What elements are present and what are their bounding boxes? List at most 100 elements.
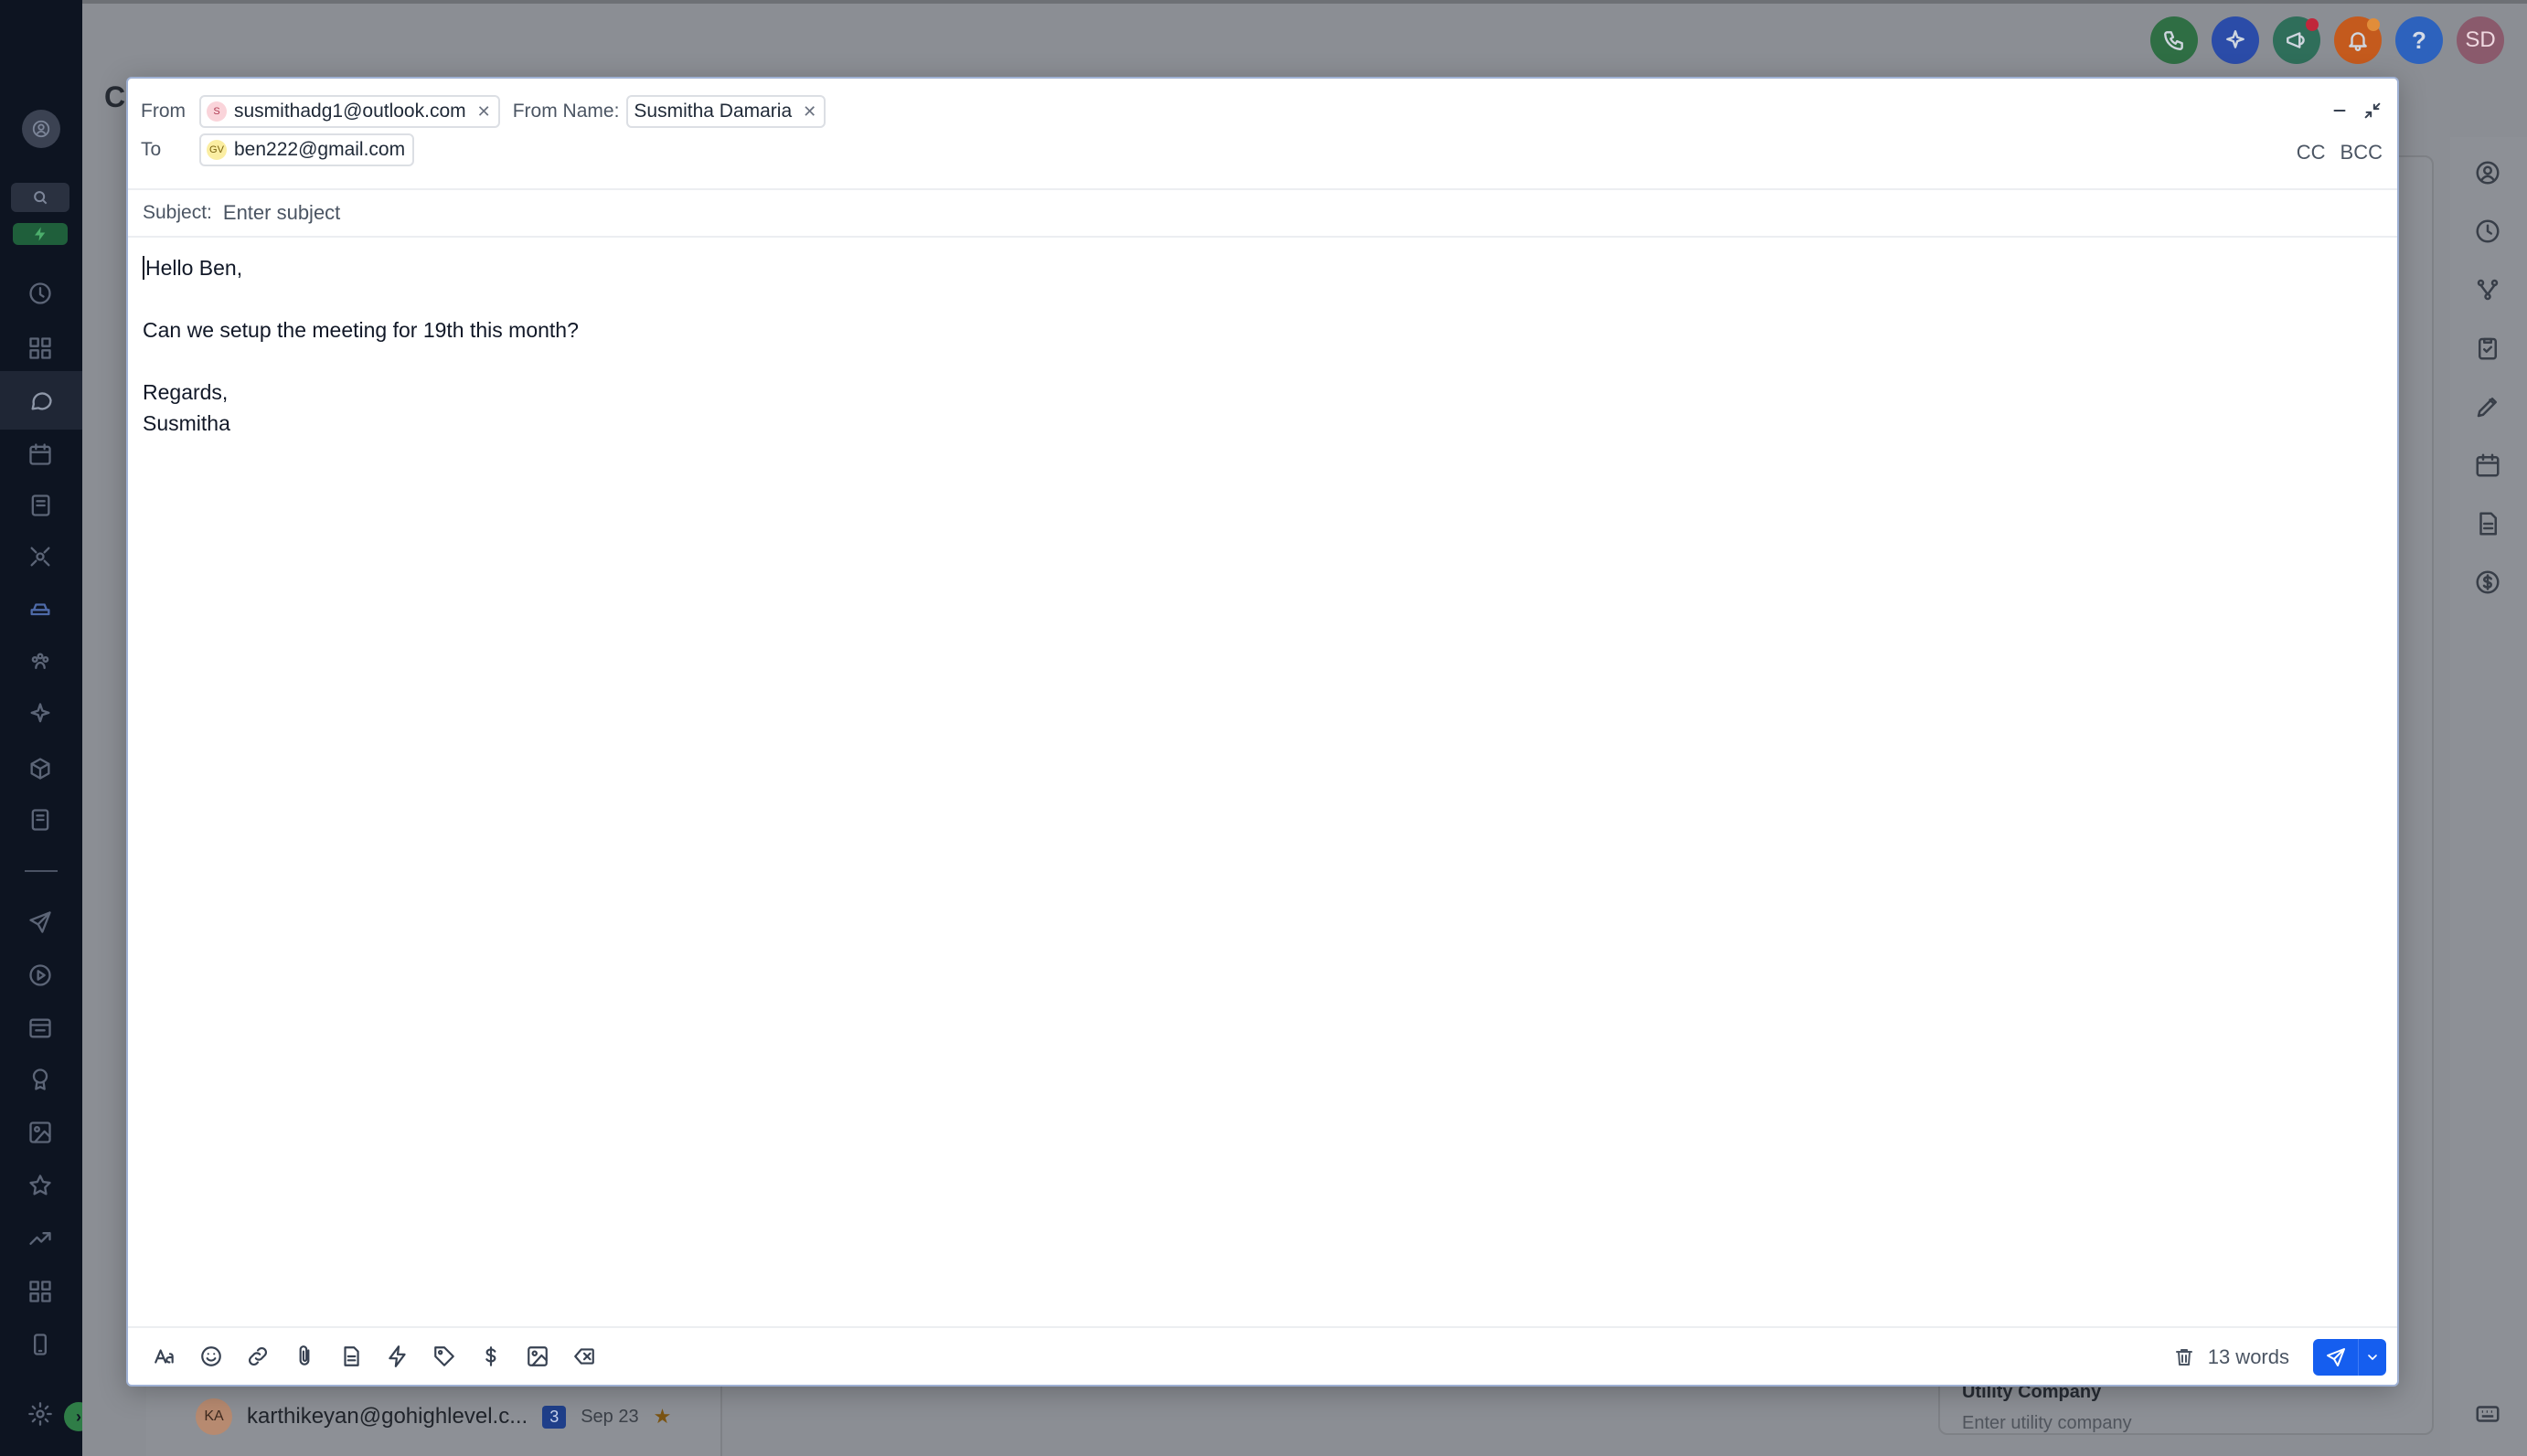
account-switcher-icon[interactable] <box>22 110 60 148</box>
bcc-button[interactable]: BCC <box>2340 141 2383 165</box>
appointments-calendar-icon[interactable] <box>2472 450 2503 481</box>
keyboard-shortcuts-icon[interactable] <box>2472 1398 2503 1429</box>
reputation-icon[interactable] <box>25 1064 56 1095</box>
from-name-chip[interactable]: Susmitha Damaria ✕ <box>626 95 826 128</box>
email-body-text: Regards, <box>143 380 229 404</box>
to-avatar: GV <box>207 140 227 160</box>
remove-from-email-icon[interactable]: ✕ <box>477 102 491 122</box>
user-initials: SD <box>2465 27 2496 52</box>
conversation-list-item[interactable]: KA karthikeyan@gohighlevel.c... 3 Sep 23… <box>196 1398 671 1435</box>
email-body-line <box>143 283 2373 314</box>
payments-icon[interactable] <box>25 592 56 623</box>
to-label: To <box>141 139 162 160</box>
insert-link-icon[interactable] <box>234 1338 281 1375</box>
documents-icon[interactable] <box>2472 508 2503 539</box>
star-icon[interactable] <box>25 1170 56 1201</box>
notifications-bell-button[interactable] <box>2334 16 2382 64</box>
mobile-app-icon[interactable] <box>25 1329 56 1360</box>
notes-pen-icon[interactable] <box>2472 391 2503 422</box>
insert-image-icon[interactable] <box>514 1338 560 1375</box>
history-clock-icon[interactable] <box>2472 216 2503 247</box>
opportunities-icon[interactable] <box>25 541 56 572</box>
contact-email: karthikeyan@gohighlevel.c... <box>247 1404 528 1429</box>
discard-trash-icon[interactable] <box>2166 1339 2202 1376</box>
send-button-group <box>2313 1339 2386 1376</box>
to-email-chip[interactable]: GV ben222@gmail.com <box>199 133 415 166</box>
template-document-icon[interactable] <box>327 1338 374 1375</box>
email-body-editor[interactable]: Hello Ben, Can we setup the meeting for 1… <box>143 252 2373 439</box>
remove-from-name-icon[interactable]: ✕ <box>803 102 816 122</box>
tasks-clipboard-icon[interactable] <box>2472 333 2503 364</box>
star-icon[interactable]: ★ <box>654 1405 672 1429</box>
notifications-unread-dot <box>2367 18 2380 31</box>
subject-row: Subject: <box>128 190 2397 238</box>
memberships-icon[interactable] <box>25 804 56 835</box>
snippets-bolt-icon[interactable] <box>374 1338 421 1375</box>
contacts-book-icon[interactable] <box>25 490 56 521</box>
phone-call-button[interactable] <box>2150 16 2198 64</box>
payment-link-dollar-icon[interactable] <box>467 1338 514 1375</box>
quick-actions-bolt-icon[interactable] <box>13 223 68 245</box>
from-name-label: From Name: <box>512 101 620 122</box>
dashboard-icon[interactable] <box>25 333 56 364</box>
unread-count-badge: 3 <box>542 1405 567 1429</box>
from-label: From <box>141 101 186 122</box>
automation-sparkle-icon[interactable] <box>25 698 56 729</box>
cc-button[interactable]: CC <box>2297 141 2326 165</box>
marketing-paw-icon[interactable] <box>25 647 56 678</box>
collapse-window-icon[interactable] <box>2359 97 2386 124</box>
contact-avatar: KA <box>196 1398 232 1435</box>
text-caret <box>143 256 144 280</box>
image-gallery-icon[interactable] <box>25 1117 56 1148</box>
send-icon[interactable] <box>25 907 56 938</box>
minimize-icon[interactable] <box>2326 97 2353 124</box>
media-play-icon[interactable] <box>25 960 56 991</box>
email-body-text: Susmitha <box>143 411 230 435</box>
left-navigation-rail: › <box>0 0 93 1456</box>
reporting-trend-icon[interactable] <box>25 1223 56 1254</box>
utility-company-field[interactable]: Enter utility company <box>1962 1413 2132 1434</box>
email-body-line <box>143 345 2373 377</box>
user-avatar-button[interactable]: SD <box>2457 16 2504 64</box>
from-email-chip[interactable]: S susmithadg1@outlook.com ✕ <box>199 95 500 128</box>
payments-dollar-icon[interactable] <box>2472 567 2503 598</box>
announcements-unread-dot <box>2306 18 2319 31</box>
word-count: 13 words <box>2207 1345 2289 1368</box>
email-body-line: Can we setup the meeting for 19th this m… <box>143 314 2373 345</box>
help-button[interactable]: ? <box>2395 16 2443 64</box>
launchpad-icon[interactable] <box>25 278 56 309</box>
announcements-button[interactable] <box>2273 16 2320 64</box>
settings-gear-icon[interactable] <box>25 1398 56 1429</box>
toolbar-right-actions: 13 words <box>2166 1339 2386 1376</box>
subject-input[interactable] <box>222 201 1320 225</box>
clear-formatting-icon[interactable] <box>560 1338 607 1375</box>
rail-divider <box>25 870 58 872</box>
email-compose-modal: From S susmithadg1@outlook.com ✕ From Na… <box>126 77 2399 1387</box>
app-marketplace-icon[interactable] <box>25 1276 56 1307</box>
email-body-text: Hello Ben, <box>145 256 243 280</box>
send-options-chevron-down-icon[interactable] <box>2359 1339 2386 1376</box>
help-label: ? <box>2412 26 2426 54</box>
forms-icon[interactable] <box>25 1013 56 1044</box>
from-row: From S susmithadg1@outlook.com ✕ From Na… <box>141 95 826 128</box>
emoji-icon[interactable] <box>187 1338 234 1375</box>
conversation-date: Sep 23 <box>581 1406 639 1427</box>
email-body-line: Susmitha <box>143 408 2373 439</box>
send-button[interactable] <box>2313 1339 2359 1376</box>
calendar-icon[interactable] <box>25 439 56 470</box>
search-icon[interactable] <box>11 183 69 212</box>
compose-header: From S susmithadg1@outlook.com ✕ From Na… <box>128 79 2397 190</box>
sites-cube-icon[interactable] <box>25 753 56 784</box>
ai-assistant-button[interactable] <box>2212 16 2259 64</box>
top-strip <box>82 0 2527 4</box>
text-format-icon[interactable] <box>141 1338 187 1375</box>
attachment-paperclip-icon[interactable] <box>281 1338 327 1375</box>
workflow-branch-icon[interactable] <box>2472 274 2503 305</box>
contact-profile-icon[interactable] <box>2472 157 2503 188</box>
conversations-icon[interactable] <box>0 371 82 430</box>
cc-bcc-toggles: CC BCC <box>2297 141 2383 165</box>
custom-values-tag-icon[interactable] <box>421 1338 467 1375</box>
subject-label: Subject: <box>143 202 212 223</box>
from-avatar: S <box>207 101 227 122</box>
from-email-value: susmithadg1@outlook.com <box>234 101 466 122</box>
